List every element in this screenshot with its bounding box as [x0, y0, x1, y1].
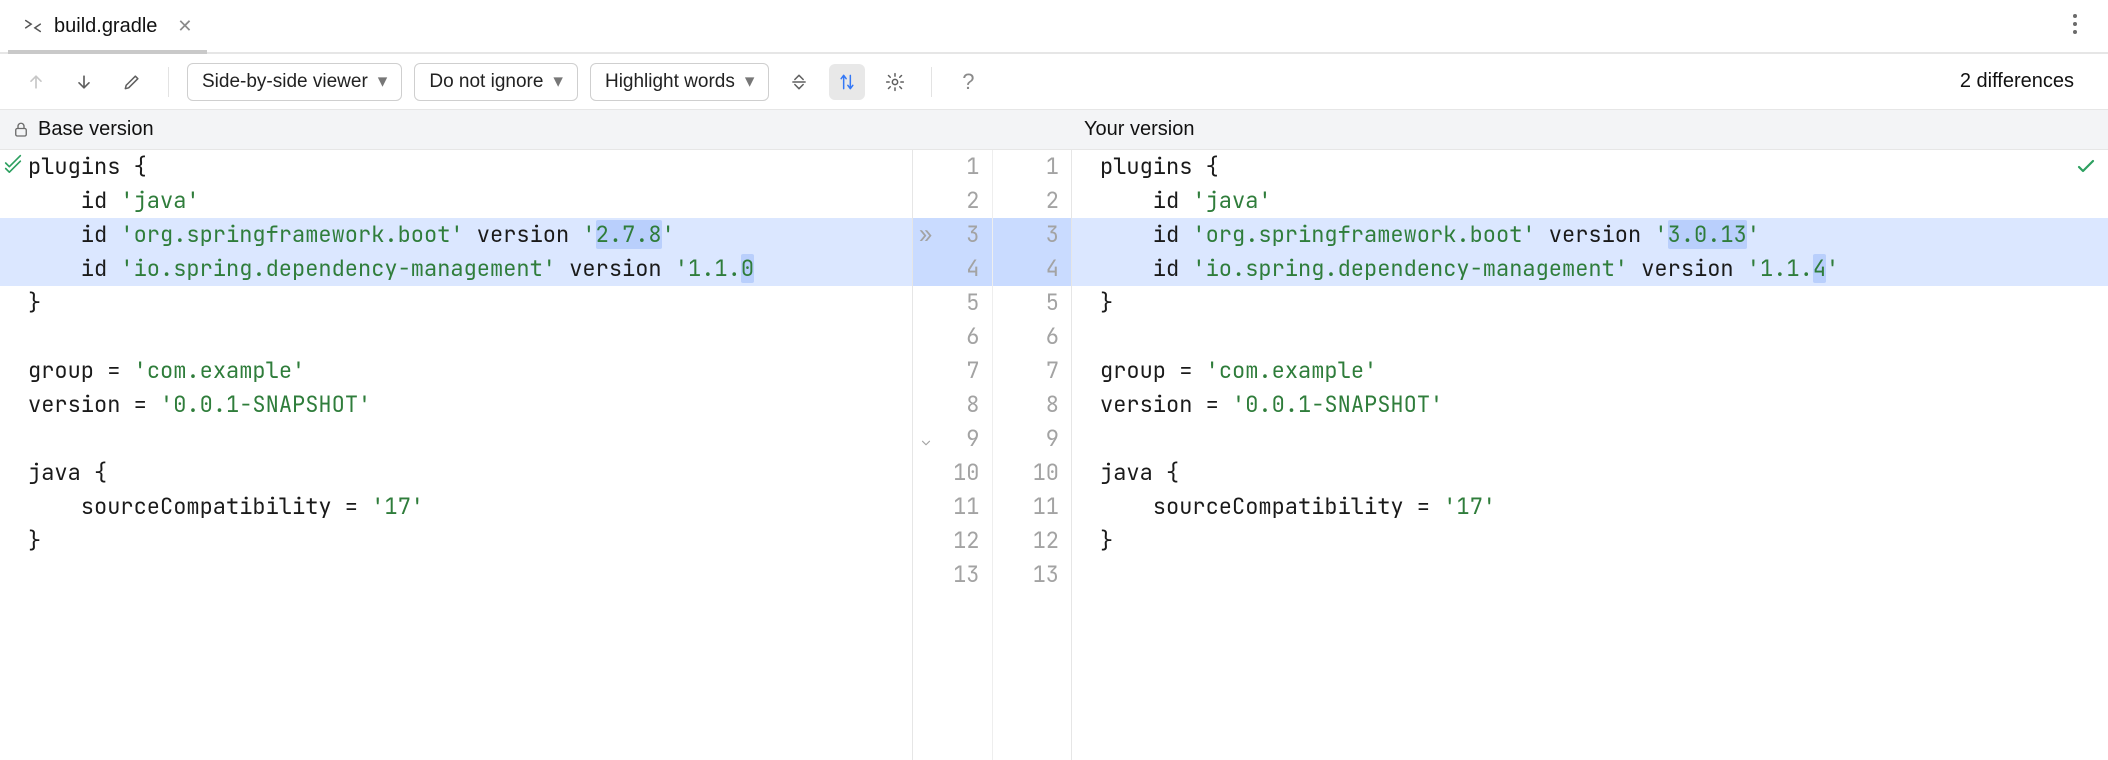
line-number: 8: [913, 388, 992, 422]
your-version-label: Your version: [1084, 118, 1194, 141]
line-number: 13: [993, 558, 1072, 592]
ignore-mode-label: Do not ignore: [429, 71, 543, 93]
tab-build-gradle[interactable]: build.gradle ✕: [8, 0, 207, 52]
your-code-pane[interactable]: plugins { id 'java' id 'org.springframew…: [1072, 150, 2108, 760]
code-line[interactable]: id 'java': [1072, 184, 2108, 218]
code-line[interactable]: group = 'com.example': [1072, 354, 2108, 388]
line-number: 11: [913, 490, 992, 524]
code-line[interactable]: java {: [0, 456, 912, 490]
line-number: 2: [913, 184, 992, 218]
code-line[interactable]: [0, 320, 912, 354]
line-number-gutter: 123»45678910111213 12345678910111213: [912, 150, 1072, 760]
fold-icon[interactable]: [919, 426, 933, 460]
diff-count-label: 2 differences: [1960, 70, 2090, 93]
version-header: Base version Your version: [0, 110, 2108, 150]
chevron-down-icon: ▾: [553, 70, 563, 93]
line-number: 10: [993, 456, 1072, 490]
line-number: 7: [993, 354, 1072, 388]
line-number: 9: [993, 422, 1072, 456]
arrow-up-icon: [26, 72, 46, 92]
line-number: 12: [993, 524, 1072, 558]
line-number: 13: [913, 558, 992, 592]
your-line-numbers: 12345678910111213: [992, 150, 1072, 760]
line-number: 3: [993, 218, 1072, 252]
help-icon: ?: [962, 69, 974, 95]
ignore-mode-dropdown[interactable]: Do not ignore ▾: [414, 63, 578, 101]
collapse-unchanged-button[interactable]: [781, 64, 817, 100]
accept-change-icon[interactable]: »: [919, 218, 932, 252]
line-number: 1: [913, 150, 992, 184]
line-number: 9: [913, 422, 992, 456]
gear-icon: [885, 72, 905, 92]
sync-scroll-icon: [837, 72, 857, 92]
line-number: 4: [993, 252, 1072, 286]
highlight-mode-dropdown[interactable]: Highlight words ▾: [590, 63, 769, 101]
code-line[interactable]: }: [0, 286, 912, 320]
code-line[interactable]: id 'org.springframework.boot' version '3…: [1072, 218, 2108, 252]
line-number: 6: [993, 320, 1072, 354]
line-number: 10: [913, 456, 992, 490]
code-line[interactable]: plugins {: [0, 150, 912, 184]
separator: [931, 67, 932, 97]
help-button[interactable]: ?: [950, 64, 986, 100]
separator: [168, 67, 169, 97]
editor-tab-bar: build.gradle ✕: [0, 0, 2108, 54]
code-line[interactable]: group = 'com.example': [0, 354, 912, 388]
next-diff-button[interactable]: [66, 64, 102, 100]
chevron-down-icon: ▾: [378, 70, 388, 93]
line-number: 3»: [913, 218, 992, 252]
line-number: 8: [993, 388, 1072, 422]
line-number: 4: [913, 252, 992, 286]
line-number: 2: [993, 184, 1072, 218]
code-line[interactable]: version = '0.0.1-SNAPSHOT': [1072, 388, 2108, 422]
code-line[interactable]: id 'io.spring.dependency-management' ver…: [1072, 252, 2108, 286]
code-line[interactable]: }: [0, 524, 912, 558]
diff-toolbar: Side-by-side viewer ▾ Do not ignore ▾ Hi…: [0, 54, 2108, 110]
code-line[interactable]: id 'org.springframework.boot' version '2…: [0, 218, 912, 252]
tab-label: build.gradle: [54, 15, 157, 38]
sync-scroll-button[interactable]: [829, 64, 865, 100]
file-gradle-icon: [22, 15, 44, 37]
highlight-mode-label: Highlight words: [605, 71, 735, 93]
code-line[interactable]: [0, 558, 912, 592]
code-line[interactable]: plugins {: [1072, 150, 2108, 184]
chevron-down-icon: ▾: [745, 70, 755, 93]
more-options-icon[interactable]: [2050, 13, 2100, 40]
arrow-down-icon: [74, 72, 94, 92]
code-line[interactable]: java {: [1072, 456, 2108, 490]
lock-icon: [12, 121, 30, 139]
base-code-pane[interactable]: plugins { id 'java' id 'org.springframew…: [0, 150, 912, 760]
base-line-numbers: 123»45678910111213: [913, 150, 992, 760]
viewer-mode-dropdown[interactable]: Side-by-side viewer ▾: [187, 63, 402, 101]
code-line[interactable]: sourceCompatibility = '17': [0, 490, 912, 524]
code-line[interactable]: version = '0.0.1-SNAPSHOT': [0, 388, 912, 422]
code-line[interactable]: }: [1072, 286, 2108, 320]
diff-viewer: plugins { id 'java' id 'org.springframew…: [0, 150, 2108, 760]
pencil-icon: [122, 72, 142, 92]
code-line[interactable]: [1072, 558, 2108, 592]
code-line[interactable]: [0, 422, 912, 456]
line-number: 12: [913, 524, 992, 558]
prev-diff-button[interactable]: [18, 64, 54, 100]
line-number: 11: [993, 490, 1072, 524]
code-line[interactable]: id 'io.spring.dependency-management' ver…: [0, 252, 912, 286]
viewer-mode-label: Side-by-side viewer: [202, 71, 368, 93]
code-line[interactable]: id 'java': [0, 184, 912, 218]
edit-button[interactable]: [114, 64, 150, 100]
base-version-label: Base version: [38, 118, 154, 141]
code-line[interactable]: [1072, 422, 2108, 456]
line-number: 6: [913, 320, 992, 354]
code-line[interactable]: [1072, 320, 2108, 354]
close-icon[interactable]: ✕: [177, 16, 192, 37]
line-number: 5: [993, 286, 1072, 320]
line-number: 1: [993, 150, 1072, 184]
settings-button[interactable]: [877, 64, 913, 100]
line-number: 5: [913, 286, 992, 320]
code-line[interactable]: sourceCompatibility = '17': [1072, 490, 2108, 524]
collapse-icon: [789, 72, 809, 92]
base-version-header: Base version: [0, 110, 1072, 149]
your-version-header: Your version: [1072, 110, 2108, 149]
code-line[interactable]: }: [1072, 524, 2108, 558]
line-number: 7: [913, 354, 992, 388]
